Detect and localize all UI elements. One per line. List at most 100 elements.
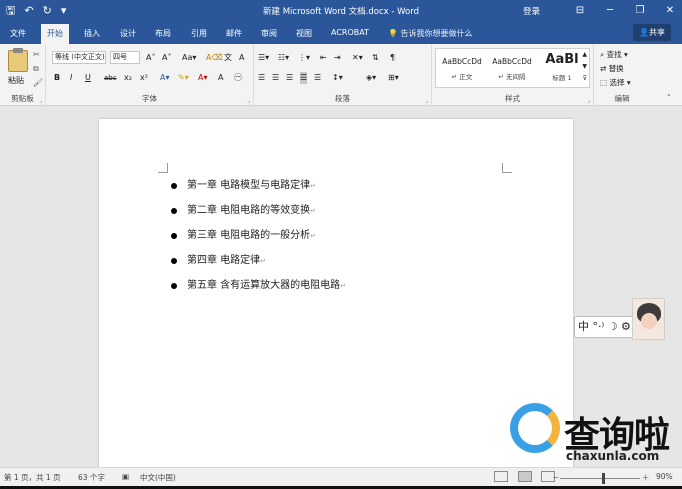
select-button[interactable]: ⬚ 选择 ▾: [600, 77, 631, 88]
styles-dialog-launcher-icon[interactable]: ⌟: [587, 97, 590, 104]
list-item[interactable]: 第五章 含有运算放大器的电阻电路↵: [171, 279, 346, 304]
tell-me-box[interactable]: 💡 告诉我你想要做什么: [388, 28, 473, 39]
enclose-char-icon[interactable]: ㊀: [234, 72, 242, 84]
char-border-icon[interactable]: A: [239, 52, 244, 64]
strikethrough-button[interactable]: abc: [104, 72, 117, 84]
style-preview: AaBl: [545, 52, 579, 67]
multilevel-list-icon[interactable]: ⋮▾: [298, 52, 310, 64]
paragraph-dialog-launcher-icon[interactable]: ⌟: [425, 97, 428, 104]
paragraph-group-label: 段落: [335, 94, 350, 103]
ime-toolbar[interactable]: 中 °·⁾ ☽ ⚙: [574, 316, 634, 338]
list-item[interactable]: 第三章 电阻电路的一般分析↵: [171, 229, 346, 254]
tab-acrobat[interactable]: ACROBAT: [331, 28, 369, 37]
decrease-indent-icon[interactable]: ⇤: [320, 52, 327, 64]
clear-format-icon[interactable]: A⌫: [206, 52, 223, 64]
subscript-button[interactable]: x₂: [124, 72, 132, 84]
tab-mailings[interactable]: 邮件: [226, 28, 242, 39]
restore-icon[interactable]: ❐: [625, 3, 655, 19]
list-item-text: 第三章 电阻电路的一般分析: [187, 230, 311, 241]
gallery-more-icon[interactable]: ⊽: [583, 75, 587, 82]
font-dialog-launcher-icon[interactable]: ⌟: [247, 97, 250, 104]
paste-icon[interactable]: [8, 48, 28, 72]
borders-icon[interactable]: ⊞▾: [388, 72, 399, 84]
style-preview: AaBbCcDd: [492, 57, 532, 66]
person-icon: 👤: [639, 28, 649, 37]
tab-references[interactable]: 引用: [191, 28, 207, 39]
zoom-slider-thumb[interactable]: [602, 473, 605, 484]
zoom-slider[interactable]: [560, 478, 640, 479]
style-normal[interactable]: AaBbCcDd ↵ 正文: [437, 49, 487, 87]
align-center-icon[interactable]: ☰: [272, 72, 279, 84]
char-shading-icon[interactable]: A: [218, 72, 223, 84]
superscript-button[interactable]: x²: [140, 72, 148, 84]
phonetic-guide-icon[interactable]: 文: [224, 52, 232, 64]
tab-review[interactable]: 审阅: [261, 28, 277, 39]
language-indicator[interactable]: 中文(中国): [140, 472, 176, 483]
word-count[interactable]: 63 个字: [78, 472, 105, 483]
zoom-in-button[interactable]: ＋: [642, 472, 650, 483]
highlight-color-icon[interactable]: ✎▾: [178, 72, 189, 84]
find-button[interactable]: ⌕ 查找 ▾: [600, 49, 628, 60]
ribbon-display-icon[interactable]: ⊟: [565, 3, 595, 19]
collapse-ribbon-icon[interactable]: ˄: [667, 94, 671, 102]
page-count[interactable]: 第 1 页，共 1 页: [4, 472, 61, 483]
sign-in-link[interactable]: 登录: [523, 5, 540, 17]
font-color-icon[interactable]: A▾: [198, 72, 208, 84]
cut-icon[interactable]: ✂: [33, 50, 40, 59]
style-no-spacing[interactable]: AaBbCcDd ↵ 无间隔: [487, 49, 537, 87]
shrink-font-icon[interactable]: A˅: [162, 52, 171, 64]
show-marks-icon[interactable]: ¶: [390, 52, 395, 64]
justify-icon[interactable]: ☰: [300, 72, 308, 84]
align-right-icon[interactable]: ☰: [286, 72, 293, 84]
format-painter-icon[interactable]: 🖌: [33, 78, 43, 87]
find-label: 查找: [606, 50, 622, 59]
tab-design[interactable]: 设计: [120, 28, 136, 39]
copy-icon[interactable]: ⧉: [33, 64, 39, 74]
dialog-launcher-icon[interactable]: ⌟: [39, 97, 42, 104]
word-window: 🖫 ↶ ↻ ▾ 新建 Microsoft Word 文档.docx - Word…: [0, 0, 682, 489]
close-icon[interactable]: ✕: [655, 3, 682, 19]
italic-button[interactable]: I: [70, 72, 72, 84]
list-item[interactable]: 第一章 电路模型与电路定律↵: [171, 179, 346, 204]
tab-view[interactable]: 视图: [296, 28, 312, 39]
replace-icon: ⇄: [600, 64, 607, 73]
tab-insert[interactable]: 插入: [84, 28, 100, 39]
numbering-icon[interactable]: ☷▾: [278, 52, 289, 64]
style-heading-1[interactable]: AaBl 标题 1: [537, 49, 587, 87]
grow-font-icon[interactable]: A˄: [146, 52, 155, 64]
tab-file[interactable]: 文件: [10, 28, 26, 39]
list-item-text: 第四章 电路定律: [187, 255, 261, 266]
font-name-combo[interactable]: 等线 (中文正文): [52, 51, 106, 64]
document-page[interactable]: 第一章 电路模型与电路定律↵ 第二章 电阻电路的等效变换↵ 第三章 电阻电路的一…: [99, 119, 573, 467]
window-controls: ⊟ ─ ❐ ✕: [565, 3, 682, 19]
line-spacing-icon[interactable]: ↕▾: [332, 72, 343, 84]
proofing-icon[interactable]: ▣: [122, 472, 129, 481]
print-layout-button[interactable]: [518, 471, 532, 482]
read-mode-button[interactable]: [494, 471, 508, 482]
search-icon: ⌕: [600, 50, 605, 59]
text-effects-icon[interactable]: A▾: [160, 72, 170, 84]
paste-button[interactable]: 粘贴: [8, 75, 24, 86]
font-size-combo[interactable]: 四号: [110, 51, 140, 64]
minimize-icon[interactable]: ─: [595, 3, 625, 19]
change-case-icon[interactable]: Aa▾: [182, 52, 196, 64]
sort-icon[interactable]: ⇅: [372, 52, 379, 64]
zoom-level[interactable]: 90%: [656, 472, 673, 481]
bold-button[interactable]: B: [54, 72, 60, 84]
tab-home[interactable]: 开始: [41, 24, 69, 44]
list-item[interactable]: 第四章 电路定律↵: [171, 254, 346, 279]
tab-layout[interactable]: 布局: [155, 28, 171, 39]
zoom-out-button[interactable]: －: [552, 472, 560, 483]
replace-button[interactable]: ⇄ 替换: [600, 63, 624, 74]
align-left-icon[interactable]: ☰: [258, 72, 265, 84]
gallery-scroll-up-icon[interactable]: ▲: [582, 51, 587, 58]
underline-button[interactable]: U: [85, 72, 91, 84]
shading-icon[interactable]: ◈▾: [366, 72, 376, 84]
increase-indent-icon[interactable]: ⇥: [334, 52, 341, 64]
list-item[interactable]: 第二章 电阻电路的等效变换↵: [171, 204, 346, 229]
share-button[interactable]: 👤共享: [633, 24, 671, 41]
distributed-icon[interactable]: ☰: [314, 72, 321, 84]
bullets-icon[interactable]: ☰▾: [258, 52, 269, 64]
chinese-layout-icon[interactable]: ✕▾: [352, 52, 363, 64]
gallery-scroll-down-icon[interactable]: ▼: [582, 63, 587, 70]
